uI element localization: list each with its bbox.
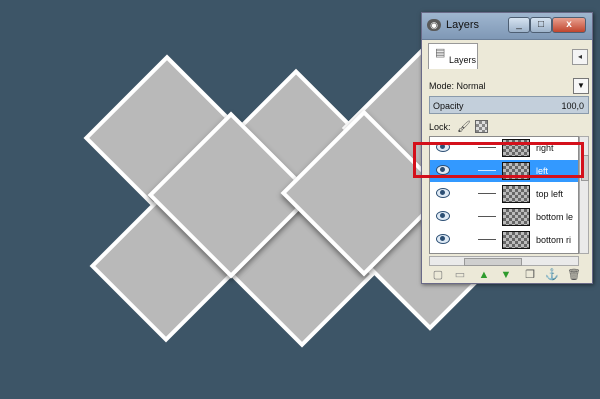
scrollbar-thumb[interactable] (581, 155, 589, 181)
mode-select[interactable]: Mode: Normal (429, 81, 486, 91)
layer-thumbnail (502, 162, 530, 180)
new-group-icon[interactable]: ▭ (453, 268, 467, 282)
layer-name[interactable]: left (536, 166, 548, 176)
window-title: Layers (446, 19, 480, 31)
layer-row[interactable]: left (430, 160, 578, 182)
layer-row[interactable]: bottom le (430, 206, 578, 228)
horizontal-scrollbar[interactable] (429, 256, 579, 266)
layer-row[interactable]: bottom ri (430, 229, 578, 251)
layer-name[interactable]: bottom ri (536, 235, 571, 245)
chevron-down-icon[interactable]: ▼ (573, 78, 589, 94)
tab-menu-button[interactable]: ◂ (572, 49, 588, 65)
layer-list[interactable]: right left top left bottom le bottom ri (429, 136, 579, 254)
minimize-button[interactable]: _ (508, 17, 530, 33)
anchor-layer-icon[interactable]: ⚓ (545, 268, 559, 282)
opacity-slider[interactable]: Opacity 100,0 (429, 96, 589, 114)
eye-icon[interactable] (436, 211, 450, 221)
close-button[interactable]: x (552, 17, 586, 33)
title-bar[interactable]: ◉ Layers _ □ x (422, 13, 592, 40)
chain-icon[interactable] (478, 147, 496, 148)
lock-alpha-icon[interactable] (475, 120, 488, 133)
tab-layers[interactable]: ▤ Layers (428, 43, 478, 69)
eye-icon[interactable] (436, 165, 450, 175)
tab-row: ▤ Layers ◂ (426, 41, 588, 71)
new-layer-icon[interactable]: ▢ (431, 268, 445, 282)
chain-icon[interactable] (478, 193, 496, 194)
delete-layer-icon[interactable]: 🗑 (567, 268, 581, 282)
opacity-value[interactable]: 100,0 (561, 101, 584, 111)
tab-label: Layers (449, 55, 477, 65)
chain-icon[interactable] (478, 216, 496, 217)
layer-name[interactable]: bottom le (536, 212, 573, 222)
gimp-icon: ◉ (427, 19, 441, 31)
lock-label: Lock: (429, 122, 451, 132)
mode-row[interactable]: Mode: Normal ▼ (429, 78, 589, 94)
layer-thumbnail (502, 208, 530, 226)
eye-icon[interactable] (436, 234, 450, 244)
duplicate-layer-icon[interactable]: ❐ (523, 268, 537, 282)
eye-icon[interactable] (436, 188, 450, 198)
layer-thumbnail (502, 139, 530, 157)
layers-toolbar: ▢ ▭ ▲ ▼ ❐ ⚓ 🗑 (427, 268, 587, 282)
layer-name[interactable]: top left (536, 189, 563, 199)
maximize-button[interactable]: □ (530, 17, 552, 33)
layer-name[interactable]: right (536, 143, 554, 153)
lower-layer-icon[interactable]: ▼ (499, 268, 513, 282)
layer-row[interactable]: top left (430, 183, 578, 205)
chain-icon[interactable] (478, 239, 496, 240)
scrollbar-thumb[interactable] (464, 258, 522, 266)
chain-icon[interactable] (478, 170, 496, 171)
vertical-scrollbar[interactable] (579, 136, 589, 254)
eye-icon[interactable] (436, 142, 450, 152)
layer-thumbnail (502, 185, 530, 203)
layer-row[interactable]: right (430, 137, 578, 159)
raise-layer-icon[interactable]: ▲ (477, 268, 491, 282)
opacity-label: Opacity (433, 101, 464, 111)
lock-pixels-icon[interactable]: 🖌 (457, 120, 471, 133)
layer-thumbnail (502, 231, 530, 249)
